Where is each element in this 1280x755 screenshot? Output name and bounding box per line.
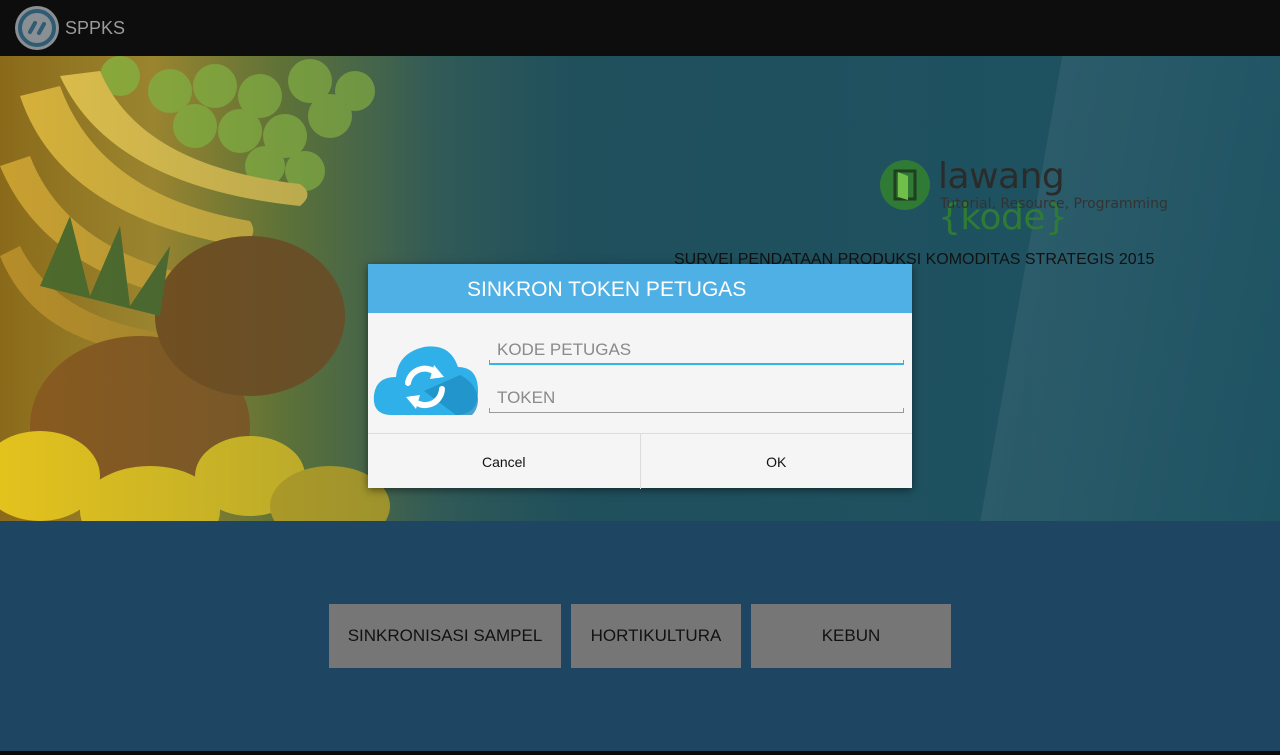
cancel-button[interactable]: Cancel xyxy=(368,434,641,489)
dialog-header: SINKRON TOKEN PETUGAS xyxy=(368,264,912,313)
hortikultura-button[interactable]: HORTIKULTURA xyxy=(571,604,741,668)
cloud-sync-icon xyxy=(373,346,478,415)
app-title: SPPKS xyxy=(65,18,126,38)
sinkronisasi-sampel-button[interactable]: SINKRONISASI SAMPEL xyxy=(329,604,561,668)
dialog-button-bar: Cancel OK xyxy=(368,433,912,489)
lawangkode-logo: lawang {kode} Tutorial, Resource, Progra… xyxy=(880,156,1190,238)
sinkron-token-dialog: SINKRON TOKEN PETUGAS Cancel OK xyxy=(368,264,912,489)
token-field xyxy=(489,383,904,413)
app-icon[interactable] xyxy=(15,6,59,50)
action-bar: SPPKS xyxy=(0,0,1280,56)
ok-button[interactable]: OK xyxy=(641,434,913,489)
dialog-title: SINKRON TOKEN PETUGAS xyxy=(467,278,747,301)
door-icon xyxy=(880,160,930,210)
navigation-bar xyxy=(0,751,1280,755)
kode-petugas-field xyxy=(489,335,904,365)
kebun-button[interactable]: KEBUN xyxy=(751,604,951,668)
logo-name: lawang xyxy=(938,156,1065,197)
logo-tagline: Tutorial, Resource, Programming xyxy=(940,196,1168,212)
token-input[interactable] xyxy=(489,383,904,413)
kode-petugas-input[interactable] xyxy=(489,335,904,365)
